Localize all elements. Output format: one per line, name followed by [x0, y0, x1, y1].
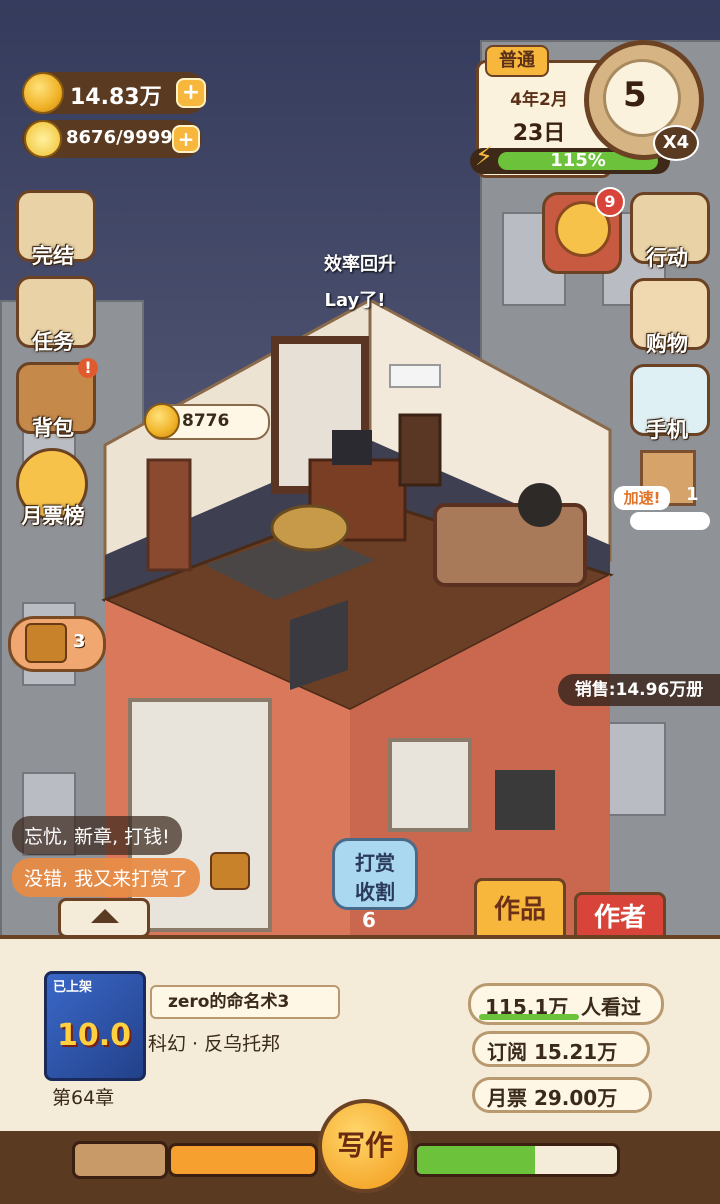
treasure-chest-icon — [210, 852, 250, 890]
add-coins-button[interactable]: + — [176, 78, 206, 108]
sales-counter: 销售:14.96万册 — [558, 674, 720, 706]
book-genre: 科幻 · 反乌托邦 — [148, 1033, 281, 1055]
blank-slot[interactable] — [72, 1141, 168, 1179]
treasure-chest-icon — [25, 623, 67, 663]
year-month: 4年2月 — [510, 90, 568, 110]
views-label: 人看过 — [581, 995, 641, 1019]
cover-score: 10.0 — [57, 1018, 132, 1053]
green-progress-bar — [414, 1143, 620, 1177]
views-progress — [479, 1014, 579, 1020]
expand-button[interactable] — [58, 898, 150, 938]
chat-message: 没错, 我又来打赏了 — [12, 858, 201, 897]
chat-message: 忘忧, 新章, 打钱! — [12, 816, 182, 855]
orange-progress-bar — [168, 1143, 318, 1177]
lightning-icon: ⚡ — [474, 142, 494, 172]
book-cover[interactable]: 已上架 10.0 — [44, 971, 146, 1081]
write-button[interactable]: 写作 — [318, 1099, 412, 1193]
floating-text-lay: Lay了! — [324, 290, 386, 311]
treasure-button[interactable]: 3 — [8, 616, 106, 672]
menu-ranking-label: 月票榜 — [21, 504, 85, 528]
menu-task-label: 任务 — [32, 330, 74, 354]
subscribe-stat: 订阅 15.21万 — [472, 1031, 650, 1067]
speedup-button[interactable]: 加速! 1 — [614, 450, 710, 530]
difficulty-badge: 普通 — [485, 45, 549, 77]
chevron-up-icon — [91, 909, 119, 923]
monthly-ticket-stat: 月票 29.00万 — [472, 1077, 652, 1113]
menu-bag-label: 背包 — [32, 416, 74, 440]
menu-action-label: 行动 — [646, 246, 688, 270]
book-panel: 已上架 10.0 第64章 zero的命名术3 科幻 · 反乌托邦 115.1万… — [0, 935, 720, 1204]
views-stat: 115.1万 人看过 — [468, 983, 664, 1025]
energy-value: 8676/9999 — [66, 127, 173, 148]
lightbulb-icon — [24, 120, 62, 158]
fortune-wheel-icon[interactable]: 9 — [542, 187, 625, 274]
speedup-count: 1 — [686, 484, 699, 505]
alert-icon: ! — [78, 358, 98, 378]
add-energy-button[interactable]: + — [172, 125, 200, 153]
coin-icon — [144, 403, 180, 439]
speedup-label: 加速! — [614, 486, 670, 510]
wheel-badge: 9 — [595, 187, 625, 217]
coin-icon — [22, 72, 64, 114]
tip-label-line2: 收割 — [355, 880, 395, 904]
speed-multiplier[interactable]: X4 — [653, 125, 699, 161]
chapter-label: 第64章 — [52, 1087, 115, 1109]
room-coin-bubble[interactable]: 8776 — [144, 403, 270, 440]
tip-label-line1: 打赏 — [355, 851, 395, 875]
cover-tag: 已上架 — [53, 980, 93, 995]
clock-hand-count: 5 — [623, 75, 647, 115]
floating-text-efficiency: 效率回升 — [324, 254, 396, 275]
book-title: zero的命名术3 — [150, 985, 340, 1019]
tip-harvest-button[interactable]: 打赏 收割 — [332, 838, 418, 910]
energy-counter: 8676/9999 + — [22, 120, 202, 158]
menu-shop-label: 购物 — [646, 332, 688, 356]
menu-finish-label: 完结 — [32, 244, 74, 268]
tab-works[interactable]: 作品 — [474, 878, 566, 942]
menu-phone-label: 手机 — [646, 418, 688, 442]
room-coin-value: 8776 — [182, 411, 230, 431]
clock-dial[interactable]: 5 X4 — [584, 40, 704, 161]
coin-value: 14.83万 — [70, 85, 162, 110]
coin-counter: 14.83万 + — [22, 72, 208, 114]
tip-count: 6 — [362, 908, 376, 932]
treasure-count: 3 — [73, 631, 86, 652]
